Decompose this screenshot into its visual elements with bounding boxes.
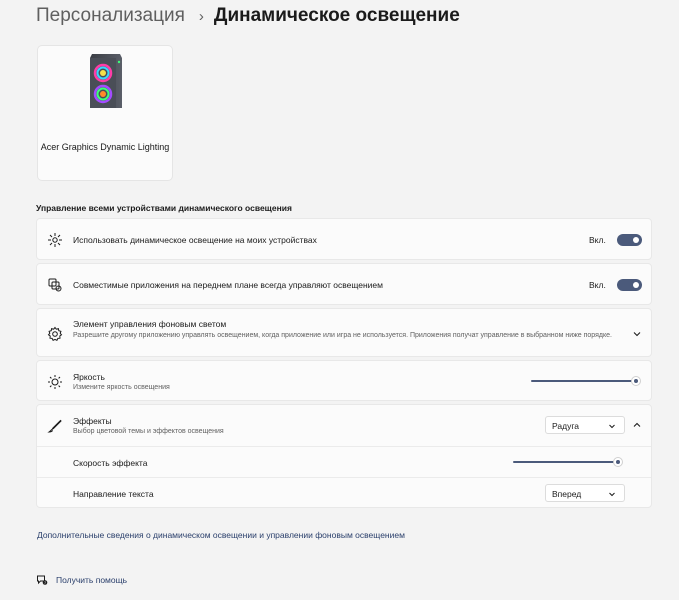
get-help-link[interactable]: ? Получить помощь: [36, 573, 127, 587]
setting-brightness: Яркость Измените яркость освещения: [36, 360, 652, 401]
section-title: Управление всеми устройствами динамическ…: [36, 203, 292, 213]
setting-title: Использовать динамическое освещение на м…: [73, 235, 317, 245]
text-direction-dropdown[interactable]: Вперед: [545, 484, 625, 502]
effect-speed-slider[interactable]: [513, 457, 623, 467]
get-help-label: Получить помощь: [56, 575, 128, 585]
setting-title: Яркость: [73, 372, 105, 382]
effect-speed-label: Скорость эффекта: [73, 458, 148, 468]
setting-subtitle: Разрешите другому приложению управлять о…: [73, 332, 612, 339]
help-chat-icon: ?: [37, 575, 48, 585]
chevron-down-icon[interactable]: [632, 329, 642, 339]
setting-title: Элемент управления фоновым светом: [73, 319, 227, 329]
device-name: Acer Graphics Dynamic Lighting: [40, 142, 170, 152]
dropdown-value: Вперед: [552, 489, 582, 499]
svg-text:?: ?: [44, 581, 46, 585]
text-direction-label: Направление текста: [73, 489, 154, 499]
use-lighting-toggle[interactable]: [617, 234, 642, 246]
slider-thumb[interactable]: [631, 376, 641, 386]
setting-title: Эффекты: [73, 416, 112, 426]
pc-tower-rgb-icon: [90, 54, 122, 108]
dropdown-value: Радуга: [552, 421, 579, 431]
breadcrumb-parent-personalization[interactable]: Персонализация: [36, 5, 185, 27]
setting-subtitle: Выбор цветовой темы и эффектов освещения: [73, 428, 224, 435]
chevron-down-icon: [609, 492, 615, 497]
breadcrumb-chevron-icon: ›: [198, 7, 204, 25]
toggle-state-label: Вкл.: [589, 235, 606, 245]
setting-use-dynamic-lighting: Использовать динамическое освещение на м…: [36, 218, 652, 260]
more-info-link[interactable]: Дополнительные сведения о динамическом о…: [37, 530, 405, 540]
sparkle-icon: [48, 233, 62, 247]
effect-speed-row: Скорость эффекта: [37, 447, 651, 477]
toggle-state-label: Вкл.: [589, 280, 606, 290]
device-card-acer[interactable]: Acer Graphics Dynamic Lighting: [37, 45, 173, 181]
text-direction-row: Направление текста Вперед: [37, 478, 651, 509]
setting-subtitle: Измените яркость освещения: [73, 384, 170, 391]
foreground-apps-toggle[interactable]: [617, 279, 642, 291]
slider-thumb[interactable]: [613, 457, 623, 467]
chevron-up-icon[interactable]: [632, 420, 642, 430]
apps-icon: [48, 278, 62, 292]
brush-icon: [47, 419, 62, 433]
gear-icon: [47, 326, 63, 341]
chevron-down-icon: [609, 424, 615, 429]
sun-icon: [48, 375, 62, 389]
setting-effects: Эффекты Выбор цветовой темы и эффектов о…: [36, 404, 652, 508]
effects-header-row[interactable]: Эффекты Выбор цветовой темы и эффектов о…: [37, 405, 651, 446]
setting-foreground-apps: Совместимые приложения на переднем плане…: [36, 263, 652, 305]
effects-dropdown[interactable]: Радуга: [545, 416, 625, 434]
setting-title: Совместимые приложения на переднем плане…: [73, 280, 383, 290]
page-title: Динамическое освещение: [213, 5, 460, 26]
breadcrumb: Персонализация › Динамическое освещение: [36, 4, 460, 28]
slider-track: [531, 380, 636, 382]
setting-background-control[interactable]: Элемент управления фоновым светом Разреш…: [36, 308, 652, 357]
slider-track: [513, 461, 618, 463]
brightness-slider[interactable]: [531, 376, 641, 386]
